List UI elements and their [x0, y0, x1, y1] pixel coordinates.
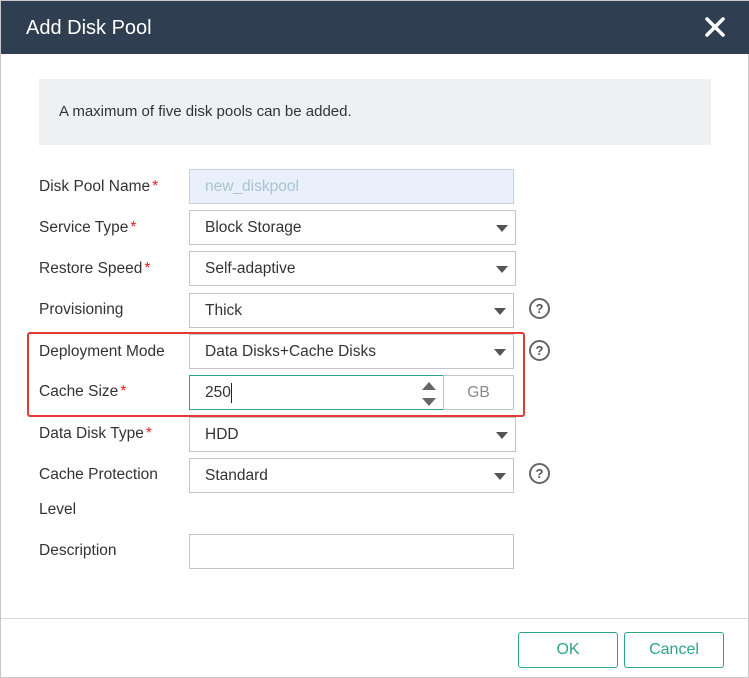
unit-label: GB — [467, 384, 490, 401]
data-disk-type-label: Data Disk Type * — [39, 425, 152, 442]
deployment-mode-label: Deployment Mode — [39, 343, 165, 360]
footer-divider — [1, 618, 749, 619]
cache-protection-label-line2: Level — [39, 501, 77, 518]
dialog-titlebar: Add Disk Pool — [1, 1, 749, 54]
ok-button[interactable]: OK — [518, 632, 618, 668]
service-type-select[interactable]: Block Storage — [189, 210, 516, 245]
provisioning-label: Provisioning — [39, 301, 124, 318]
required-marker: * — [120, 383, 127, 400]
cache-size-input[interactable]: 250 — [189, 375, 444, 410]
deployment-mode-value: Data Disks+Cache Disks — [205, 343, 376, 360]
info-notice: A maximum of five disk pools can be adde… — [39, 79, 711, 145]
description-label: Description — [39, 542, 117, 559]
cache-size-value: 250 — [205, 384, 231, 401]
restore-speed-label: Restore Speed * — [39, 260, 151, 277]
provisioning-help-icon[interactable]: ? — [529, 298, 550, 319]
provisioning-value: Thick — [205, 302, 243, 319]
add-disk-pool-dialog: Add Disk Pool A maximum of five disk poo… — [0, 0, 749, 678]
cache-size-label: Cache Size * — [39, 383, 127, 400]
cache-protection-help-icon[interactable]: ? — [529, 463, 550, 484]
spin-up-icon[interactable] — [422, 382, 436, 390]
deployment-mode-select[interactable]: Data Disks+Cache Disks — [189, 334, 514, 369]
restore-speed-select[interactable]: Self-adaptive — [189, 251, 516, 286]
description-input[interactable] — [189, 534, 514, 569]
required-marker: * — [130, 219, 137, 236]
text-cursor — [231, 383, 232, 403]
close-icon[interactable] — [701, 13, 729, 41]
cache-protection-value: Standard — [205, 467, 268, 484]
dropdown-arrow-icon — [494, 473, 506, 480]
dropdown-arrow-icon — [494, 349, 506, 356]
cancel-button[interactable]: Cancel — [624, 632, 724, 668]
restore-speed-value: Self-adaptive — [205, 260, 296, 277]
data-disk-type-select[interactable]: HDD — [189, 417, 516, 452]
service-type-label: Service Type * — [39, 219, 137, 236]
data-disk-type-value: HDD — [205, 426, 239, 443]
cache-size-unit: GB — [443, 375, 514, 410]
required-marker: * — [145, 425, 152, 442]
dropdown-arrow-icon — [496, 266, 508, 273]
dropdown-arrow-icon — [496, 225, 508, 232]
service-type-value: Block Storage — [205, 219, 302, 236]
disk-pool-name-placeholder: new_diskpool — [205, 178, 299, 195]
dropdown-arrow-icon — [494, 308, 506, 315]
required-marker: * — [152, 178, 159, 195]
spin-down-icon[interactable] — [422, 398, 436, 406]
notice-text: A maximum of five disk pools can be adde… — [59, 103, 352, 120]
provisioning-select[interactable]: Thick — [189, 293, 514, 328]
dropdown-arrow-icon — [496, 432, 508, 439]
cache-protection-label: Cache Protection — [39, 466, 158, 483]
disk-pool-name-input[interactable]: new_diskpool — [189, 169, 514, 204]
deployment-mode-help-icon[interactable]: ? — [529, 340, 550, 361]
cache-protection-select[interactable]: Standard — [189, 458, 514, 493]
dialog-title: Add Disk Pool — [26, 17, 152, 39]
disk-pool-name-label: Disk Pool Name * — [39, 178, 159, 195]
required-marker: * — [144, 260, 151, 277]
